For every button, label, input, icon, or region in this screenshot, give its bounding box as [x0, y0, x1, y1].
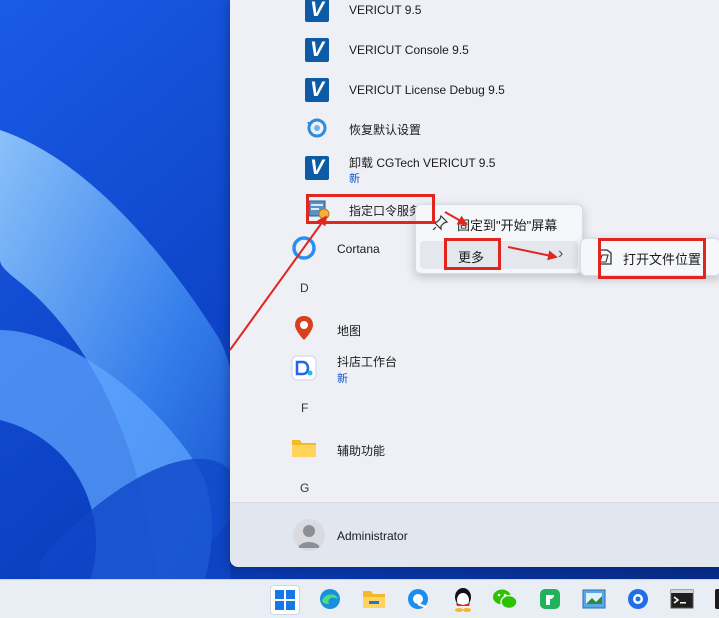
app-name: VERICUT 9.5	[349, 3, 422, 17]
app-item-uninstall-vericut[interactable]: V 卸载 CGTech VERICUT 9.5 新	[230, 150, 719, 190]
annotation-box-license-server	[306, 194, 435, 224]
terminal-icon[interactable]	[668, 585, 696, 613]
app-item-vericut-console[interactable]: V VERICUT Console 9.5	[230, 30, 719, 70]
app-item-maps[interactable]: 地图	[230, 308, 719, 348]
app-item-restore-defaults[interactable]: 恢复默认设置	[230, 108, 719, 148]
user-icon	[298, 525, 320, 548]
avatar[interactable]	[293, 519, 325, 551]
app-name: 辅助功能	[337, 444, 386, 458]
app-name: Cortana	[337, 242, 380, 256]
folder-icon	[291, 435, 317, 461]
pin-to-start-item[interactable]: 固定到"开始"屏幕	[420, 209, 578, 237]
app-green-icon[interactable]	[536, 585, 564, 613]
app-item-vericut[interactable]: V VERICUT 9.5	[230, 0, 719, 30]
app-name: VERICUT Console 9.5	[349, 43, 469, 57]
vericut-logo-icon: V	[304, 77, 330, 103]
restore-icon	[304, 115, 330, 141]
taskbar	[0, 579, 719, 618]
letter-header-g[interactable]: G	[300, 481, 309, 495]
app-name: 抖店工作台	[337, 355, 398, 369]
user-name[interactable]: Administrator	[337, 529, 408, 543]
annotation-box-open-location	[598, 238, 706, 279]
app-item-accessibility[interactable]: 辅助功能	[230, 428, 719, 468]
app-name: VERICUT License Debug 9.5	[349, 83, 505, 97]
start-menu: V VERICUT 9.5 V VERICUT Console 9.5 V VE…	[230, 0, 719, 567]
file-explorer-icon[interactable]	[360, 585, 388, 613]
account-bar: Administrator	[230, 502, 719, 567]
vericut-logo-icon: V	[304, 37, 330, 63]
app-dark-icon[interactable]	[706, 585, 719, 613]
new-badge: 新	[337, 373, 348, 385]
app-item-doudian[interactable]: 抖店工作台 新	[230, 348, 719, 388]
pin-to-start-label: 固定到"开始"屏幕	[457, 218, 558, 233]
vericut-logo-icon: V	[304, 0, 330, 23]
windows-start-icon[interactable]	[270, 585, 300, 615]
cortana-icon	[291, 235, 317, 261]
app-name: 恢复默认设置	[349, 123, 422, 137]
image-app-icon[interactable]	[580, 585, 608, 613]
new-badge: 新	[349, 173, 360, 185]
app-blue-icon[interactable]	[624, 585, 652, 613]
letter-header-d[interactable]: D	[300, 281, 309, 295]
wechat-icon[interactable]	[491, 585, 519, 613]
qq-icon[interactable]	[449, 585, 477, 613]
annotation-box-more	[444, 238, 501, 270]
doudian-icon	[291, 355, 317, 381]
letter-header-f[interactable]: F	[301, 401, 308, 415]
app-name: 地图	[337, 324, 362, 338]
browser-icon[interactable]	[404, 585, 432, 613]
edge-icon[interactable]	[316, 585, 344, 613]
app-item-vericut-license-debug[interactable]: V VERICUT License Debug 9.5	[230, 70, 719, 110]
maps-icon	[291, 315, 317, 341]
vericut-logo-icon: V	[304, 155, 330, 181]
chevron-right-icon: ›	[558, 245, 564, 262]
app-name: 卸载 CGTech VERICUT 9.5	[349, 156, 496, 170]
